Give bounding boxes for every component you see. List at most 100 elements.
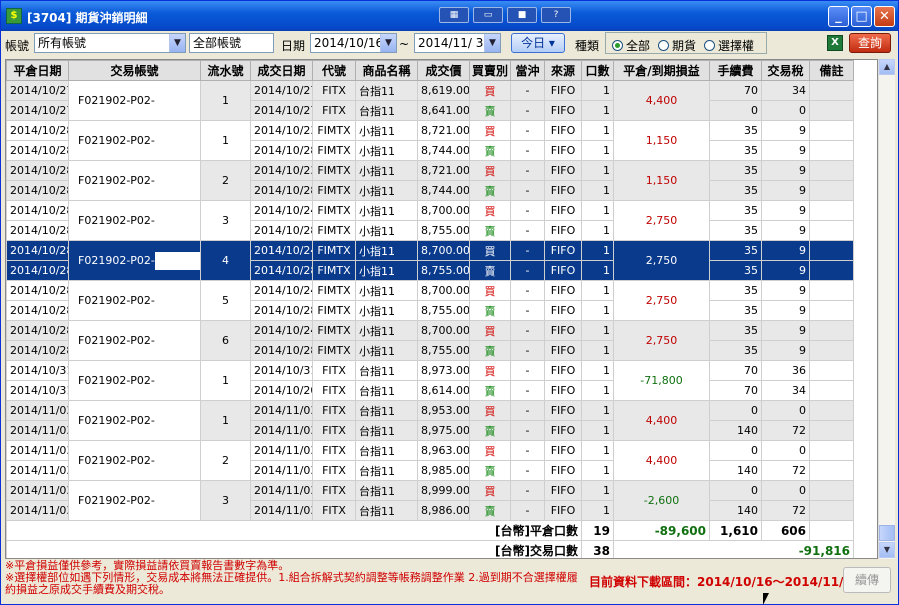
column-header[interactable]: 當沖 (510, 60, 545, 81)
maximize-button[interactable]: □ (851, 6, 872, 27)
date-from-picker[interactable]: 2014/10/16 ▼ (310, 33, 397, 53)
cell-tax: 9 (761, 140, 810, 161)
column-header[interactable]: 平倉/到期損益 (613, 60, 710, 81)
column-header[interactable]: 商品名稱 (355, 60, 418, 81)
type-radio-options[interactable]: 選擇權 (704, 37, 754, 54)
cell-price: 8,755.00 (417, 340, 470, 361)
help-icon[interactable]: ? (541, 7, 571, 23)
cell-code: FIMTX (312, 180, 356, 201)
table-row[interactable]: 2014/11/03 F021902-P02- 2 2014/11/03 FITX 台指1… (6, 440, 854, 481)
scroll-up-icon[interactable]: ▲ (879, 59, 895, 75)
today-button[interactable]: 今日 ▾ (511, 33, 565, 53)
cell-trade-date: 2014/10/28 (250, 180, 313, 201)
vertical-scrollbar[interactable]: ▲ ▼ (878, 59, 895, 559)
grid-icon[interactable]: ▦ (439, 7, 469, 23)
chevron-down-icon[interactable]: ▼ (169, 34, 185, 52)
cell-close-date: 2014/11/03 (6, 500, 69, 521)
scroll-down-icon[interactable]: ▼ (879, 542, 895, 558)
cell-daytrade: - (510, 120, 545, 141)
table-row[interactable]: 2014/10/28 F021902-P02- 2 2014/10/23 FIMTX 小指… (6, 160, 854, 201)
table-row[interactable]: 2014/10/28 F021902-P02- 4 2014/10/24 FIMTX 小指… (6, 240, 854, 281)
column-header[interactable]: 交易帳號 (68, 60, 201, 81)
cell-price: 8,614.00 (417, 380, 470, 401)
table-row[interactable]: 2014/10/31 F021902-P02- 1 2014/10/31 FITX 台指1… (6, 360, 854, 401)
minimize-button[interactable]: _ (828, 6, 849, 27)
type-radio-futures[interactable]: 期貨 (658, 37, 696, 54)
cell-tax: 72 (761, 500, 810, 521)
account-text: F021902-P02- (78, 453, 155, 467)
column-header[interactable]: 備註 (809, 60, 854, 81)
table-row[interactable]: 2014/11/03 F021902-P02- 1 2014/11/03 FITX 台指1… (6, 400, 854, 441)
cell-qty: 1 (581, 420, 614, 441)
column-header[interactable]: 平倉日期 (6, 60, 69, 81)
cell-side: 買 (469, 240, 511, 261)
cell-tax: 9 (761, 320, 810, 341)
account-name-field[interactable]: 全部帳號 (189, 33, 274, 53)
continue-button[interactable]: 續傳 (843, 567, 891, 593)
column-header[interactable]: 口數 (581, 60, 614, 81)
cell-qty: 1 (581, 180, 614, 201)
table-row[interactable]: 2014/10/28 F021902-P02- 5 2014/10/24 FIMTX 小指… (6, 280, 854, 321)
table-row[interactable]: 2014/10/28 F021902-P02- 1 2014/10/23 FIMTX 小指… (6, 120, 854, 161)
column-header[interactable]: 成交價 (417, 60, 470, 81)
column-header[interactable]: 手續費 (709, 60, 762, 81)
chevron-down-icon[interactable]: ▼ (380, 34, 396, 52)
column-header[interactable]: 成交日期 (250, 60, 313, 81)
cell-product-name: 小指11 (355, 340, 418, 361)
cell-side: 賣 (469, 220, 511, 241)
cell-pnl: -2,600 (613, 480, 710, 521)
cell-side: 賣 (469, 260, 511, 281)
column-header[interactable]: 來源 (544, 60, 582, 81)
camera-icon[interactable]: ■ (507, 7, 537, 23)
account-select[interactable]: 所有帳號 ▼ (34, 33, 186, 53)
account-mask (154, 171, 200, 190)
column-header[interactable]: 流水號 (200, 60, 251, 81)
cell-price: 8,700.00 (417, 280, 470, 301)
cell-seq: 2 (200, 160, 251, 201)
query-button[interactable]: 查詢 (849, 33, 891, 53)
filter-bar: 帳號 所有帳號 ▼ 全部帳號 日期 2014/10/16 ▼ ~ 2014/11… (1, 31, 898, 57)
totals-close-qty: 19 (581, 520, 614, 541)
column-header[interactable]: 買賣別 (469, 60, 511, 81)
cell-fee: 140 (709, 500, 762, 521)
download-range-text: 目前資料下載區間：2014/10/16～2014/11/3 (589, 575, 852, 589)
cell-seq: 1 (200, 80, 251, 121)
date-to-picker[interactable]: 2014/11/ 3 ▼ (414, 33, 501, 53)
cell-pnl: 2,750 (613, 240, 710, 281)
column-header[interactable]: 代號 (312, 60, 356, 81)
cell-price: 8,999.00 (417, 480, 470, 501)
cell-daytrade: - (510, 380, 545, 401)
cell-tax: 72 (761, 460, 810, 481)
cell-source: FIFO (544, 180, 582, 201)
cell-source: FIFO (544, 240, 582, 261)
cell-account: F021902-P02- (68, 240, 201, 281)
type-radio-all[interactable]: 全部 (612, 37, 650, 54)
cell-price: 8,619.00 (417, 80, 470, 101)
table-row[interactable]: 2014/10/27 F021902-P02- 1 2014/10/27 FITX 台指1… (6, 80, 854, 121)
table-row[interactable]: 2014/11/03 F021902-P02- 3 2014/11/03 FITX 台指1… (6, 480, 854, 521)
table-row[interactable]: 2014/10/28 F021902-P02- 6 2014/10/24 FIMTX 小指… (6, 320, 854, 361)
cell-product-name: 台指11 (355, 420, 418, 441)
cell-seq: 3 (200, 480, 251, 521)
title-bar[interactable]: $ [3704] 期貨沖銷明細 ▦ ▭ ■ ? _ □ ✕ (1, 1, 898, 31)
cell-account: F021902-P02- (68, 320, 201, 361)
cell-seq: 1 (200, 120, 251, 161)
scroll-thumb[interactable] (879, 525, 895, 541)
column-header[interactable]: 交易稅 (761, 60, 810, 81)
cell-code: FITX (312, 100, 356, 121)
cell-code: FITX (312, 80, 356, 101)
cell-source: FIFO (544, 300, 582, 321)
cell-qty: 1 (581, 220, 614, 241)
table-row[interactable]: 2014/10/28 F021902-P02- 3 2014/10/24 FIMTX 小指… (6, 200, 854, 241)
cell-qty: 1 (581, 400, 614, 421)
cell-source: FIFO (544, 160, 582, 181)
window-icon[interactable]: ▭ (473, 7, 503, 23)
cell-daytrade: - (510, 420, 545, 441)
cell-tax: 9 (761, 240, 810, 261)
cell-note (809, 480, 854, 501)
close-button[interactable]: ✕ (874, 6, 895, 27)
excel-export-icon[interactable]: X (827, 35, 843, 51)
cell-code: FIMTX (312, 240, 356, 261)
chevron-down-icon[interactable]: ▼ (484, 34, 500, 52)
cell-trade-date: 2014/10/20 (250, 380, 313, 401)
